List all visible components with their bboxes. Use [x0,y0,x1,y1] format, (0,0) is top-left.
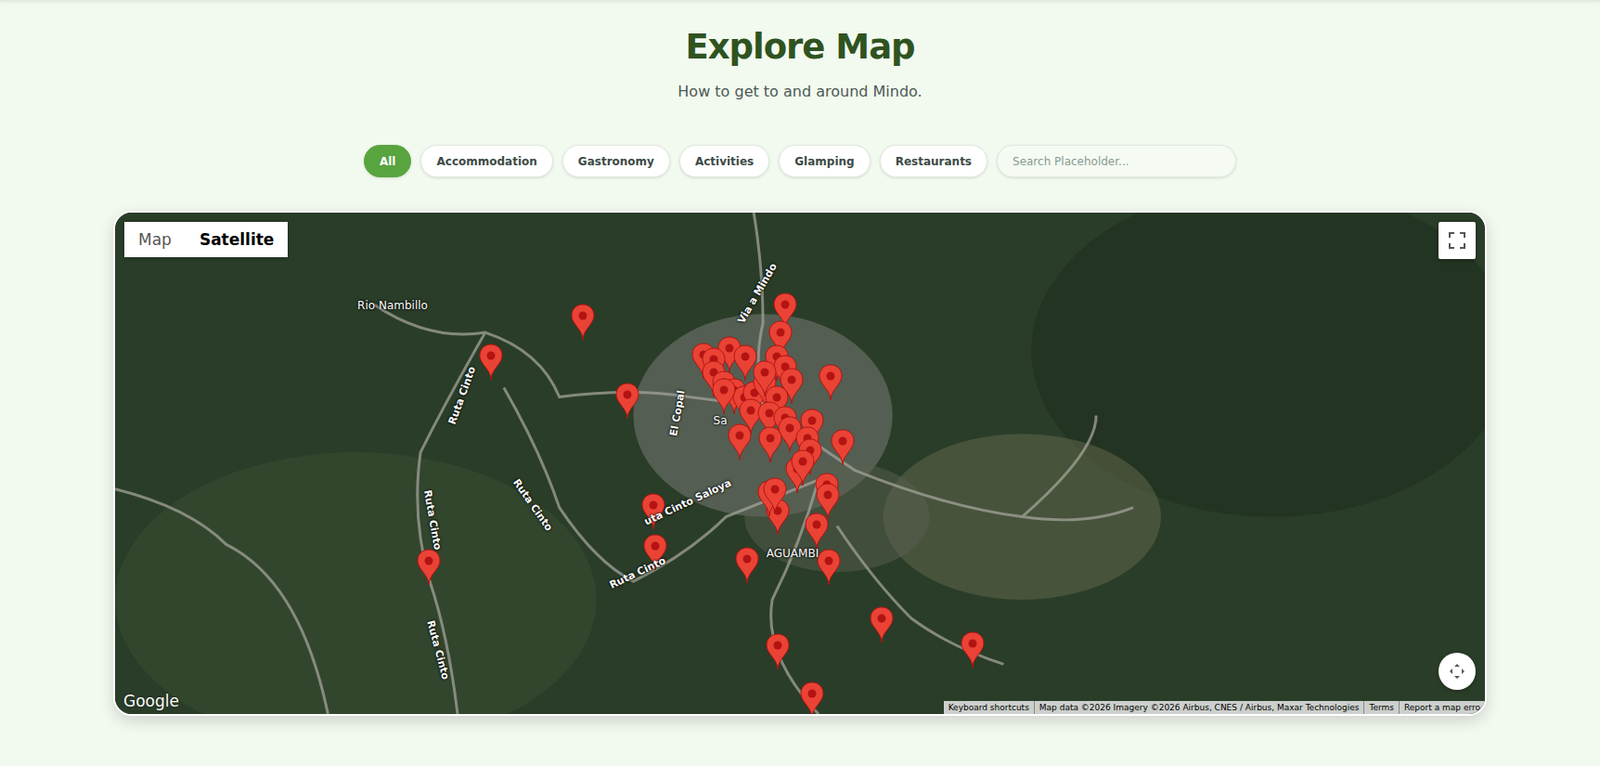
page-subtitle: How to get to and around Mindo. [677,81,922,103]
pin-icon[interactable] [816,548,841,586]
filter-button[interactable]: Gastronomy [562,144,671,178]
pin-icon[interactable] [818,363,843,401]
pin-icon[interactable] [830,428,855,466]
pin-icon[interactable] [735,546,760,584]
map-label: Sa [713,413,728,427]
map-type-button[interactable]: Satellite [185,221,289,258]
filter-button[interactable]: Glamping [778,144,870,178]
move-arrows-icon [1447,661,1467,681]
attribution-link[interactable]: Map data ©2026 Imagery ©2026 Airbus, CNE… [1033,700,1365,714]
pin-icon[interactable] [869,606,894,644]
pin-icon[interactable] [800,681,825,716]
pin-icon[interactable] [804,512,829,550]
filter-bar: AllAccommodation GastronomyActivitiesGlam… [363,144,1237,178]
pin-icon[interactable] [815,482,840,520]
pin-icon[interactable] [570,303,595,341]
pin-icon[interactable] [711,377,736,415]
attribution-bar: Keyboard shortcutsMap data ©2026 Imagery… [943,700,1485,714]
page-title: Explore Map [684,25,915,69]
attribution-link[interactable]: Keyboard shortcuts [943,700,1034,714]
pin-icon[interactable] [765,632,790,671]
map-label: Rio Nambillo [357,298,428,312]
map[interactable]: Rio NambilloRuta CintoRuta CintoRuta Cin… [113,210,1487,716]
fullscreen-icon [1448,232,1466,249]
pin-icon[interactable] [960,631,985,669]
camera-control-button[interactable] [1438,652,1476,690]
pin-icon[interactable] [733,344,758,382]
attribution-link[interactable]: Terms [1363,700,1399,714]
pin-icon[interactable] [762,477,788,515]
map-label: AGUAMBI [766,546,819,560]
page: Explore Map How to get to and around Min… [0,0,1600,766]
map-type-button[interactable]: Map [124,221,186,258]
filter-button[interactable]: Activities [679,144,770,178]
filter-button[interactable]: All [363,144,413,178]
search-input[interactable] [996,144,1237,178]
google-logo: Google [123,691,180,710]
pin-icon[interactable] [758,425,783,464]
attribution-link[interactable]: Report a map erro [1398,700,1485,714]
pin-icon[interactable] [615,382,640,420]
filter-button[interactable]: Accommodation [420,144,553,178]
pin-icon[interactable] [478,343,504,381]
map-type-control: MapSatellite [124,221,288,258]
pin-icon[interactable] [416,548,441,586]
fullscreen-button[interactable] [1438,221,1476,259]
filter-button[interactable]: Restaurants [879,144,988,178]
pin-icon[interactable] [790,449,815,487]
pin-icon[interactable] [727,423,752,461]
pin-icon[interactable] [752,360,777,398]
